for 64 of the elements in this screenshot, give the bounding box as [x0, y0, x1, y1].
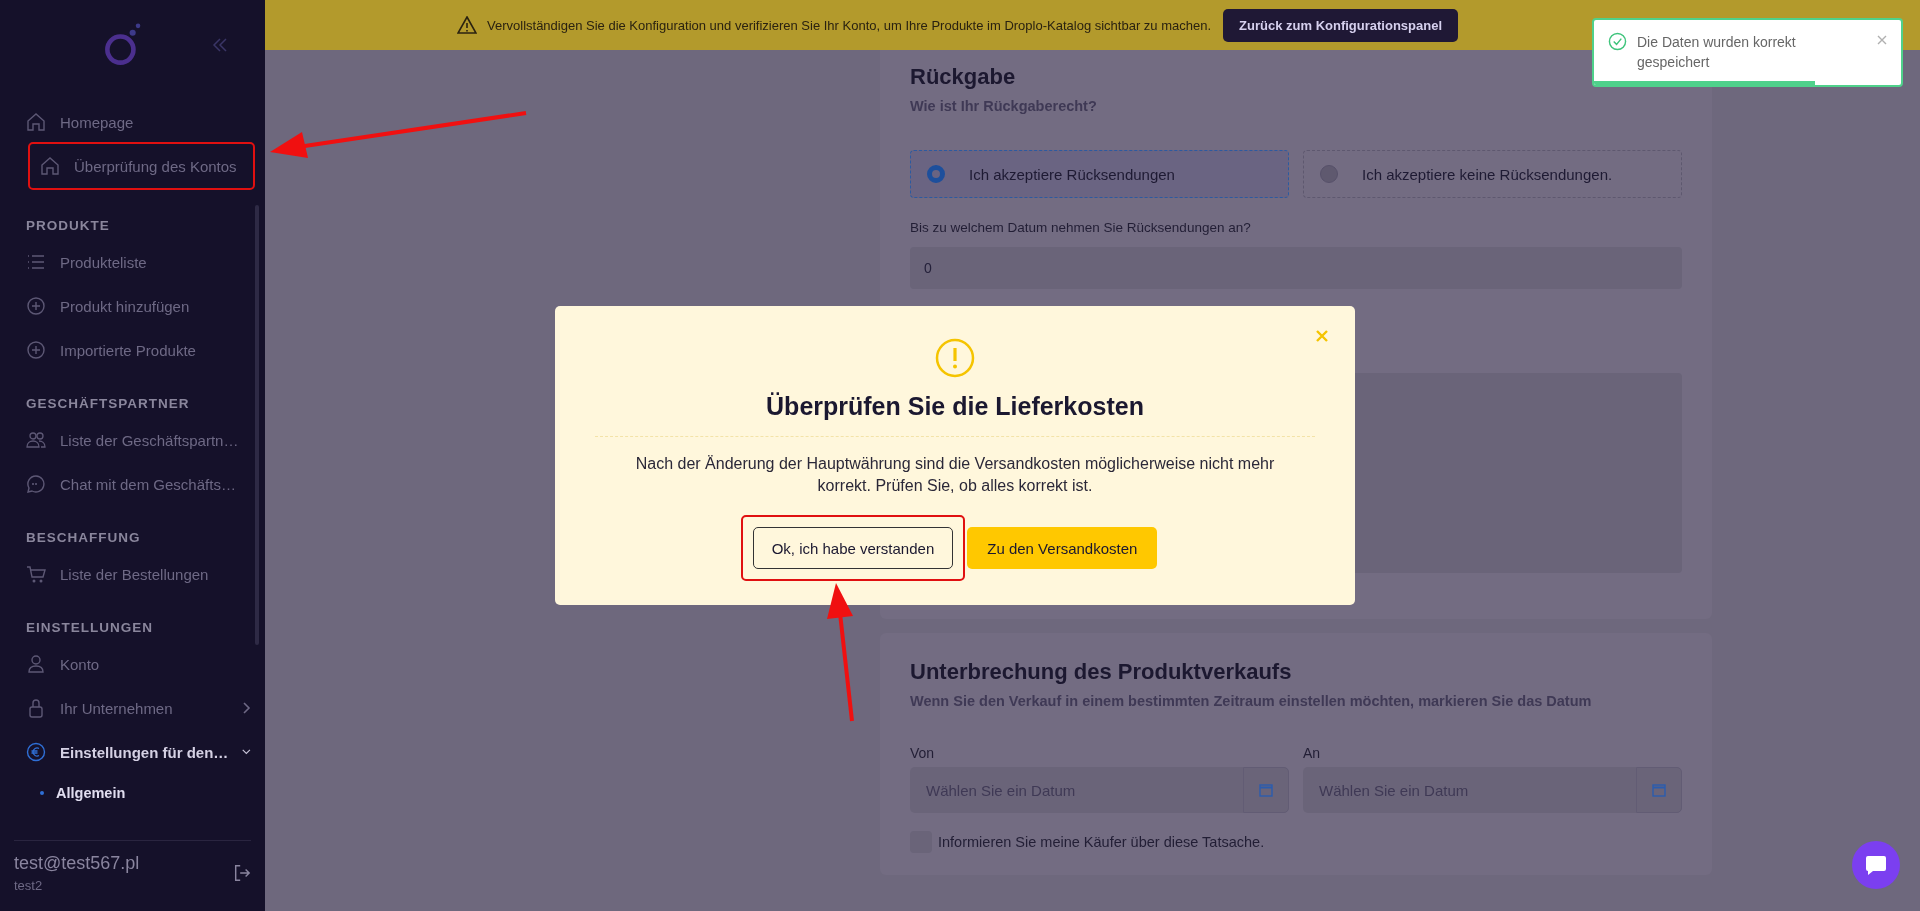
plus-circle-icon	[26, 296, 46, 316]
dialog-button[interactable]: Ok, ich habe verstanden	[752, 527, 954, 569]
radio-button[interactable]	[1320, 165, 1338, 183]
chat-button[interactable]	[1852, 841, 1900, 889]
calendar-button[interactable]	[1636, 767, 1682, 813]
calendar-icon	[1652, 783, 1666, 797]
nav-section-heading: PRODUKTE	[26, 216, 111, 235]
cart-icon	[26, 564, 46, 584]
chat-icon	[1864, 853, 1888, 877]
radio-label: Ich akzeptiere Rücksendungen	[969, 165, 1175, 183]
dialog-title: Überprüfen Sie die Lieferkosten	[766, 392, 1144, 421]
people-icon	[26, 430, 46, 450]
field-label: An	[1303, 745, 1322, 761]
user-email: test@test567.pl	[14, 853, 140, 874]
chat-icon	[26, 474, 46, 494]
collapse-icon[interactable]	[212, 38, 228, 52]
euro-icon	[26, 742, 46, 762]
toast-message: Die Daten wurden korrekt gespeichert	[1637, 33, 1797, 72]
nav-section-heading: GESCHÄFTSPARTNER	[26, 394, 191, 413]
radio-label: Ich akzeptiere keine Rücksendungen.	[1362, 165, 1613, 183]
nav-item[interactable]: Konto	[26, 642, 251, 686]
close-icon[interactable]	[1877, 35, 1887, 45]
chevron-right-icon	[243, 702, 251, 714]
nav-section-heading: BESCHAFFUNG	[26, 528, 142, 547]
list-icon	[26, 252, 46, 272]
nav-item[interactable]: Überprüfung des Kontos	[34, 144, 253, 188]
check-circle-icon	[1608, 32, 1627, 51]
checkbox-label: Informieren Sie meine Käufer über diese Tatsache.	[938, 834, 1265, 850]
user-icon	[26, 654, 46, 674]
nav-section-heading: EINSTELLUNGEN	[26, 618, 154, 637]
nav-item[interactable]: Liste der Geschäftspartn…	[26, 418, 251, 462]
lock-icon	[26, 698, 46, 718]
config-panel-button[interactable]: Zurück zum Konfigurationspanel	[1223, 8, 1459, 42]
close-icon[interactable]	[1316, 330, 1328, 342]
user-name: test2	[14, 878, 44, 893]
nav-item[interactable]: Chat mit dem Geschäfts…	[26, 462, 251, 506]
warning-icon	[935, 338, 975, 378]
section-title: Unterbrechung des Produktverkaufs	[910, 659, 1293, 685]
warning-icon	[457, 16, 477, 34]
nav-item[interactable]: Importierte Produkte	[26, 328, 251, 372]
logout-icon[interactable]	[233, 864, 251, 882]
nav-item[interactable]: Liste der Bestellungen	[26, 552, 251, 596]
nav-item[interactable]: Ihr Unternehmen	[26, 686, 251, 730]
radio-button[interactable]	[927, 165, 945, 183]
nav-item[interactable]: Einstellungen für den…	[26, 730, 251, 774]
radio-option[interactable]: Ich akzeptiere keine Rücksendungen.	[1303, 150, 1682, 198]
dialog-message: Nach der Änderung der Hauptwährung sind die Versandkosten möglicherweise nicht mehr korrekt. Prüfen Sie, ob alles korrekt ist.	[635, 454, 1275, 496]
dialog-button[interactable]: Zu den Versandkosten	[967, 527, 1158, 569]
nav-item[interactable]: Produkt hinzufügen	[26, 284, 251, 328]
nav-subitem[interactable]: Allgemein	[26, 774, 251, 812]
radio-option[interactable]: Ich akzeptiere Rücksendungen	[910, 150, 1289, 198]
section-title: Rückgabe	[910, 64, 1017, 90]
notice-text: Vervollständigen Sie die Konfiguration und verifizieren Sie Ihr Konto, um Ihre Produkte im Droplo-Katalog sichtbar zu machen.	[487, 17, 1212, 33]
nav-item[interactable]: Produkteliste	[26, 240, 251, 284]
calendar-button[interactable]	[1243, 767, 1289, 813]
chevron-down-icon	[242, 748, 251, 756]
plus-circle-icon	[26, 340, 46, 360]
home-icon	[26, 112, 46, 132]
home-icon	[40, 156, 60, 176]
field-label: Bis zu welchem Datum nehmen Sie Rücksendungen an?	[910, 220, 1252, 235]
nav-item[interactable]: Homepage	[26, 100, 251, 144]
field-label: Von	[910, 745, 936, 761]
input-field[interactable]: 0	[910, 247, 1682, 289]
calendar-icon	[1259, 783, 1273, 797]
